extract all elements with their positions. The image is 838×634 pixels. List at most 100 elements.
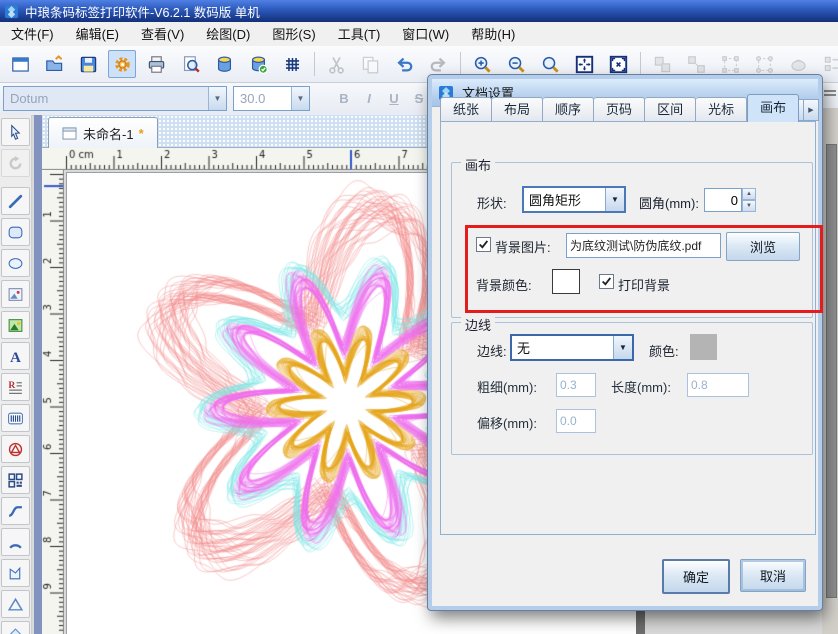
rich-text-tool-icon[interactable]: R: [1, 373, 30, 401]
browse-button-label: 浏览: [750, 237, 776, 256]
arc-tool-icon[interactable]: [1, 528, 30, 556]
tab-order[interactable]: 顺序: [543, 97, 594, 122]
fit-window-icon[interactable]: [570, 50, 598, 78]
group-icon: [648, 50, 676, 78]
border-line-select[interactable]: 无 ▼: [510, 334, 634, 361]
menu-item-view[interactable]: 查看(V): [130, 23, 195, 46]
spin-down-icon[interactable]: ▼: [742, 200, 756, 212]
offset-label: 偏移(mm):: [477, 413, 537, 432]
corner-radius-label: 圆角(mm):: [639, 193, 699, 212]
curve-tool-icon[interactable]: [1, 497, 30, 525]
ellipse-tool-icon[interactable]: [1, 249, 30, 277]
qrcode-tool-icon[interactable]: [1, 466, 30, 494]
picture-tool-icon[interactable]: [1, 311, 30, 339]
font-size-select[interactable]: 30.0 ▼: [233, 86, 310, 111]
database-icon[interactable]: [210, 50, 238, 78]
ok-button[interactable]: 确定: [662, 559, 730, 594]
border-line-label: 边线:: [477, 341, 507, 360]
line-tool-icon[interactable]: [1, 187, 30, 215]
tab-range[interactable]: 区间: [645, 97, 696, 122]
document-tab-label: 未命名-1: [83, 124, 134, 143]
cut-icon: [322, 50, 350, 78]
new-document-icon[interactable]: [6, 50, 34, 78]
pan-icon: [784, 50, 812, 78]
polygon-tool-icon[interactable]: [1, 559, 30, 587]
chevron-down-icon[interactable]: ▼: [291, 87, 309, 110]
menu-item-tools[interactable]: 工具(T): [327, 23, 392, 46]
vertical-scrollbar[interactable]: [826, 144, 837, 598]
menu-bar: 文件(F)编辑(E)查看(V)绘图(D)图形(S)工具(T)窗口(W)帮助(H): [0, 22, 838, 47]
menu-item-draw[interactable]: 绘图(D): [195, 23, 261, 46]
length-field: [687, 373, 749, 397]
triangle-tool-icon[interactable]: [1, 590, 30, 618]
rounded-rect-tool-icon[interactable]: [1, 218, 30, 246]
font-size-value: 30.0: [234, 91, 291, 106]
bold-button: B: [333, 88, 355, 109]
open-file-icon[interactable]: [40, 50, 68, 78]
border-color-swatch[interactable]: [690, 334, 717, 360]
tab-scroll-right-icon[interactable]: ▶: [803, 99, 819, 121]
database-import-icon[interactable]: [244, 50, 272, 78]
canvas-window-edge: [34, 115, 42, 634]
menu-item-help[interactable]: 帮助(H): [460, 23, 526, 46]
print-preview-icon[interactable]: [176, 50, 204, 78]
chevron-down-icon[interactable]: ▼: [605, 188, 624, 211]
zoom-out-icon[interactable]: [502, 50, 530, 78]
spin-up-icon[interactable]: ▲: [742, 188, 756, 200]
transform-frame-icon: [750, 50, 778, 78]
text-tool-icon[interactable]: A: [1, 342, 30, 370]
image-tool-icon[interactable]: [1, 280, 30, 308]
shape-select[interactable]: 圆角矩形 ▼: [522, 186, 626, 213]
border-color-label: 颜色:: [649, 341, 679, 360]
tab-page-number[interactable]: 页码: [594, 97, 645, 122]
toolbar-separator: [314, 52, 315, 76]
zoom-in-icon[interactable]: [468, 50, 496, 78]
document-settings-icon[interactable]: [108, 50, 136, 78]
fit-selection-icon[interactable]: [604, 50, 632, 78]
vertical-ruler: [42, 170, 64, 634]
border-group-title: 边线: [461, 315, 495, 334]
tab-paper[interactable]: 纸张: [440, 97, 492, 122]
offset-field: [556, 409, 596, 433]
svg-text:A: A: [10, 349, 21, 364]
document-tab[interactable]: 未命名-1 *: [48, 117, 158, 148]
tab-canvas[interactable]: 画布: [747, 94, 799, 122]
tab-cursor[interactable]: 光标: [696, 97, 747, 122]
menu-item-window[interactable]: 窗口(W): [391, 23, 460, 46]
background-color-swatch[interactable]: [552, 269, 580, 294]
chevron-down-icon[interactable]: ▼: [208, 87, 226, 110]
menu-item-edit[interactable]: 编辑(E): [65, 23, 130, 46]
menu-item-shape[interactable]: 图形(S): [261, 23, 326, 46]
diamond-tool-icon[interactable]: [1, 621, 30, 634]
ok-button-label: 确定: [683, 567, 709, 586]
grid-settings-icon[interactable]: [278, 50, 306, 78]
window-title: 中琅条码标签打印软件-V6.2.1 数码版 单机: [25, 2, 260, 21]
background-image-path-field[interactable]: [566, 233, 721, 258]
toolbar-separator: [460, 52, 461, 76]
modified-marker: *: [139, 126, 144, 141]
logo-shape-tool-icon[interactable]: [1, 435, 30, 463]
title-bar: 中琅条码标签打印软件-V6.2.1 数码版 单机: [0, 0, 838, 22]
app-logo-icon: [4, 4, 19, 19]
browse-button[interactable]: 浏览: [726, 232, 800, 261]
background-image-checkbox[interactable]: [476, 237, 491, 252]
select-tool-icon[interactable]: [1, 118, 30, 146]
cancel-button[interactable]: 取消: [740, 559, 806, 592]
font-name-select[interactable]: Dotum ▼: [3, 86, 227, 111]
save-icon[interactable]: [74, 50, 102, 78]
print-background-checkbox[interactable]: [599, 274, 614, 289]
underline-button: U: [383, 88, 405, 109]
corner-radius-input[interactable]: [704, 188, 742, 212]
print-icon[interactable]: [142, 50, 170, 78]
background-image-label: 背景图片:: [495, 237, 551, 256]
corner-radius-stepper[interactable]: ▲ ▼: [704, 188, 756, 212]
barcode-tool-icon[interactable]: [1, 404, 30, 432]
zoom-tool-icon[interactable]: [536, 50, 564, 78]
menu-item-file[interactable]: 文件(F): [0, 23, 65, 46]
undo-icon[interactable]: [390, 50, 418, 78]
chevron-down-icon[interactable]: ▼: [613, 336, 632, 359]
strike-button: S: [408, 88, 430, 109]
thickness-field: [556, 373, 596, 397]
tab-layout[interactable]: 布局: [492, 97, 543, 122]
rotate-tool-icon: [1, 149, 30, 177]
